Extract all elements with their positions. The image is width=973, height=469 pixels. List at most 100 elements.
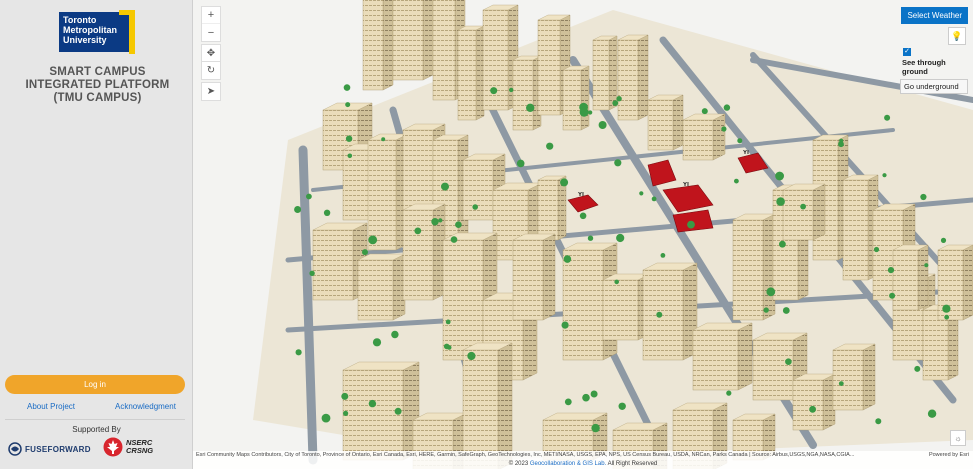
tree (295, 349, 302, 356)
tree (882, 173, 887, 178)
building (402, 209, 434, 301)
sun-icon[interactable]: ☼ (950, 430, 966, 446)
fuseforward-icon (8, 442, 22, 456)
building (537, 19, 561, 116)
tree (362, 249, 368, 256)
select-weather-button[interactable]: Select Weather (901, 7, 968, 24)
building-side (542, 233, 556, 321)
building-side (962, 244, 973, 321)
tree (345, 102, 351, 108)
tree (942, 304, 951, 313)
tree (445, 319, 451, 325)
tree (873, 246, 880, 253)
attribution-text: Esri Community Maps Contributors, City o… (196, 452, 855, 458)
tree (587, 235, 594, 241)
maple-leaf-icon (103, 437, 123, 457)
about-project-link[interactable]: About Project (27, 402, 75, 411)
compass-icon[interactable]: ➤ (201, 82, 221, 101)
building (312, 229, 354, 301)
tree (526, 103, 535, 113)
tree (294, 206, 302, 213)
tree (582, 393, 590, 402)
nserc-text: NSERC CRSNG (126, 439, 153, 455)
tree (343, 84, 351, 91)
logo-text: Toronto Metropolitan University (63, 15, 117, 45)
building (362, 0, 384, 91)
tree (614, 279, 619, 285)
fuseforward-text: FUSEFORWARD (25, 444, 91, 454)
building (537, 179, 559, 241)
tree (701, 108, 708, 115)
building (442, 239, 484, 361)
building-side (737, 322, 753, 391)
building (562, 249, 604, 361)
rotate-icon[interactable]: ↻ (201, 61, 221, 80)
see-through-checkbox[interactable]: ✓ (903, 48, 911, 56)
logo-accent-bar (129, 10, 135, 54)
lightbulb-icon[interactable]: 💡 (948, 27, 966, 45)
marker-2: ʏı (683, 181, 689, 188)
tree (467, 351, 476, 361)
tree (779, 240, 786, 248)
see-through-label: See through ground (902, 58, 946, 76)
zoom-controls: + − (201, 6, 221, 42)
building-side (712, 113, 726, 161)
tree (616, 96, 622, 102)
marker-1: ʏı (578, 191, 584, 198)
tree (614, 159, 622, 167)
tree (924, 263, 929, 268)
supported-by-label: Supported By (72, 425, 121, 434)
tree (927, 409, 937, 418)
tree (588, 110, 593, 115)
campus-3d-scene[interactable]: ʏı ʏı ʏı (193, 0, 973, 469)
divider (5, 419, 185, 420)
building (732, 219, 764, 321)
tree (347, 153, 353, 159)
building (692, 329, 739, 391)
fuseforward-logo: FUSEFORWARD (8, 442, 91, 456)
building (647, 99, 674, 151)
zoom-in-icon[interactable]: + (202, 7, 220, 24)
login-button[interactable]: Log in (5, 375, 185, 394)
building (432, 0, 456, 101)
tree (391, 330, 399, 339)
building (792, 379, 824, 431)
logo-line-2: Metropolitan (63, 25, 117, 35)
tree (394, 407, 402, 415)
tree (687, 220, 695, 229)
tree (723, 104, 731, 111)
tree (782, 307, 790, 314)
tree (785, 358, 792, 366)
zoom-out-icon[interactable]: − (202, 24, 220, 41)
sidebar: Toronto Metropolitan University SMART CA… (0, 0, 193, 469)
building (642, 269, 684, 361)
tree (368, 399, 377, 408)
tree (590, 390, 598, 398)
tree (490, 87, 498, 95)
acknowledgment-link[interactable]: Acknowledgment (115, 402, 176, 411)
map-view[interactable]: ʏı ʏı ʏı + − ✥ ↻ ➤ Select Weather 💡 ✓ Se… (193, 0, 973, 469)
gis-lab-link[interactable]: Geocollaboration & GIS Lab. (530, 461, 606, 467)
building-side (475, 25, 485, 121)
tree (656, 311, 663, 318)
go-underground-button[interactable]: Go underground (900, 79, 968, 94)
platform-title: SMART CAMPUS INTEGRATED PLATFORM (TMU CA… (25, 66, 170, 104)
building (602, 279, 639, 341)
tree (443, 343, 450, 350)
tree (776, 197, 785, 206)
building (832, 349, 864, 411)
tree (726, 390, 732, 396)
logo-line-3: University (63, 35, 107, 45)
tree (914, 365, 921, 372)
powered-by-esri[interactable]: Powered by Esri (929, 451, 969, 460)
tree (438, 218, 443, 223)
tree (737, 138, 743, 144)
tree (414, 227, 422, 235)
tree (450, 236, 458, 243)
building (937, 249, 964, 321)
building (462, 159, 494, 221)
tree (616, 233, 625, 243)
copyright-suffix: All Right Reserved (607, 461, 658, 467)
building (922, 309, 949, 381)
tree (306, 193, 312, 200)
